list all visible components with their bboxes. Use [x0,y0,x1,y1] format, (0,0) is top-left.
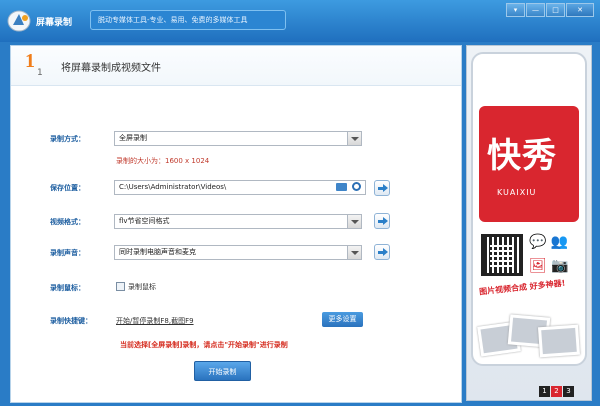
format-settings-button[interactable] [374,213,390,229]
close-button[interactable]: ✕ [566,3,594,17]
title-bar: 屏幕录制 脱动专媒体工具-专业、易用、免费的多媒体工具 ▾ — □ ✕ [0,0,600,42]
save-path-value: C:\Users\Administrator\Videos\ [119,183,227,191]
minimize-button[interactable]: — [526,3,545,17]
search-icon[interactable] [352,182,361,191]
users-icon: 👥 [550,234,569,250]
record-mode-label: 录制方式： [50,135,85,143]
chevron-down-icon[interactable] [347,132,361,145]
hotkey-label: 录制快捷键： [50,317,92,325]
ad-page-3[interactable]: 3 [563,386,574,397]
more-settings-button[interactable]: 更多设置 [322,312,363,327]
photo-thumb [538,324,580,358]
audio-label: 录制声音： [50,249,85,257]
chevron-down-icon[interactable] [347,215,361,228]
kuaixiu-logo: 快秀 KUAIXIU [479,106,579,222]
status-tip: 当前选择[全屏录制]录制，请点击"开始录制"进行录制 [120,341,288,349]
camera-icon: 📷 [551,258,569,274]
audio-value: 同时录制电脑声音和麦克 [119,248,196,256]
ad-page-1[interactable]: 1 [539,386,550,397]
video-format-select[interactable]: flv节省空间格式 [114,214,362,229]
app-title: 屏幕录制 [36,18,73,28]
chat-icon: 💬 [529,234,547,250]
maximize-button[interactable]: □ [546,3,565,17]
audio-settings-button[interactable] [374,244,390,260]
promo-text: 图片视频合成 好多神器! [478,278,566,297]
video-format-label: 视频格式： [50,218,85,226]
open-folder-button[interactable] [374,180,390,196]
feature-icons: 💬 👥 🖼 📷 [529,230,579,280]
ad-panel[interactable]: 快秀 KUAIXIU 💬 👥 🖼 📷 图片视频合成 好多神器! [466,45,592,401]
hotkey-link[interactable]: 开始/暂停录制F8,截图F9 [116,316,194,326]
step-header: 1 1 将屏幕录制成视频文件 [11,46,461,86]
save-path-input[interactable]: C:\Users\Administrator\Videos\ [114,180,366,195]
ad-pager: 1 2 3 [538,386,574,397]
save-path-label: 保存位置： [50,184,85,192]
photo-collage [475,306,585,364]
phone-frame: 快秀 KUAIXIU 💬 👥 🖼 📷 图片视频合成 好多神器! [471,52,587,366]
audio-select[interactable]: 同时录制电脑声音和麦克 [114,245,362,260]
image-icon: 🖼 [529,258,547,274]
folder-icon[interactable] [336,183,347,191]
step-title: 将屏幕录制成视频文件 [61,63,161,74]
brand-en: KUAIXIU [497,188,537,197]
app-logo-icon [7,10,31,32]
start-record-button[interactable]: 开始录制 [194,361,251,381]
mouse-label: 录制鼠标： [50,284,85,292]
chevron-down-icon[interactable] [347,246,361,259]
window-controls: ▾ — □ ✕ [505,3,594,17]
record-mode-select[interactable]: 全屏录制 [114,131,362,146]
dropdown-menu-button[interactable]: ▾ [506,3,525,17]
record-size-note: 录制的大小为：1600 x 1024 [116,157,210,165]
qr-code [481,234,523,276]
record-mode-value: 全屏录制 [119,134,147,142]
record-mouse-checkbox[interactable] [116,282,125,291]
step-sub-number: 1 [37,68,43,78]
ad-page-2[interactable]: 2 [551,386,562,397]
slogan-banner: 脱动专媒体工具-专业、易用、免费的多媒体工具 [90,10,286,30]
record-mouse-checkbox-label[interactable]: 录制鼠标 [128,282,156,292]
video-format-value: flv节省空间格式 [119,217,170,225]
brand-cn: 快秀 [487,136,557,176]
step-badge: 1 1 [23,50,53,82]
step-number: 1 [25,50,35,72]
